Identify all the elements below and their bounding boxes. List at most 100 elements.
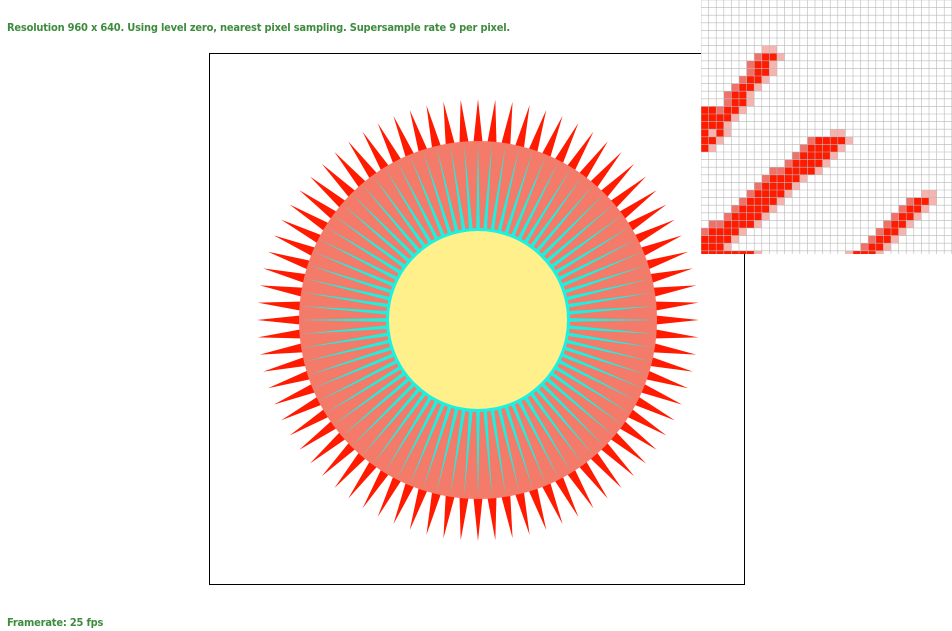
zoom-pixel [898,205,907,213]
zoom-pixel [875,228,884,236]
zoom-pixel [761,76,770,84]
zoom-pixel [761,68,770,76]
zoom-pixel [784,190,793,198]
zoom-pixel [921,197,929,206]
zoom-pixel [883,228,891,236]
zoom-pixel [761,212,770,221]
zoom-pixel [761,45,770,54]
zoom-pixel [746,91,755,99]
zoom-pixel [913,212,922,221]
zoom-pixel [739,83,747,92]
zoom-pixel [891,235,899,244]
zoom-pixel [891,228,899,236]
zoom-pixel [708,114,717,122]
zoom-pixel [746,205,755,213]
zoom-pixel [815,152,823,160]
zoom-pixel [921,190,929,198]
zoom-pixel [754,250,762,254]
zoom-pixel [807,167,815,175]
zoom-pixel [837,136,846,145]
zoom-pixel [754,68,762,76]
zoom-pixel [746,98,755,107]
zoom-pixel [792,167,800,175]
zoom-pixel [883,235,891,244]
zoom-pixel [746,220,755,228]
zoom-pixel [769,45,777,54]
zoom-pixel [746,190,755,198]
zoom-pixel [746,197,755,206]
zoom-pixel [769,53,777,61]
zoom-pixel [723,250,732,254]
zoom-pixel [708,235,717,244]
zoom-pixel [792,152,800,160]
render-canvas[interactable] [209,53,745,585]
zoom-pixel [739,76,747,84]
zoom-pixel [731,114,739,122]
zoom-pixel [716,243,724,251]
zoom-pixel [906,205,914,213]
zoom-pixel [822,136,831,145]
zoom-pixel [708,129,717,137]
zoom-pixel [799,144,808,152]
zoom-pixel [807,144,815,152]
zoom-pixel [716,228,724,236]
zoom-pixel [701,136,709,145]
zoom-pixel [708,121,717,130]
zoom-pixel [815,144,823,152]
zoom-pixel [891,212,899,221]
sun-drawing [257,99,699,541]
zoom-pixel [739,205,747,213]
zoom-pixel [754,76,762,84]
zoom-pixel [875,243,884,251]
zoom-pixel [731,106,739,114]
zoom-pixel [777,167,785,175]
zoom-pixel [769,174,777,183]
zoom-pixel [822,144,831,152]
zoom-pixel [883,243,891,251]
zoom-pixel [723,121,732,130]
zoom-pixel [723,212,732,221]
zoom-pixel [731,91,739,99]
zoom-pixel [807,159,815,168]
zoom-pixel [754,197,762,206]
zoom-pixel [891,220,899,228]
framerate-text: Framerate: 25 fps [7,616,104,629]
zoom-pixel [815,136,823,145]
zoom-pixel [716,121,724,130]
zoom-pixel [784,167,793,175]
zoom-pixel [822,159,831,168]
zoom-pixel [792,182,800,190]
zoom-pixel [777,197,785,206]
zoom-pixel [913,205,922,213]
status-text: Resolution 960 x 640. Using level zero, … [7,21,510,34]
zoom-pixel [784,174,793,183]
zoom-pixel [723,235,732,244]
zoom-pixel [731,212,739,221]
zoom-pixel [708,220,717,228]
zoom-pixel [761,197,770,206]
zoom-pixel [830,136,838,145]
zoom-pixel [913,197,922,206]
zoom-pixel [739,91,747,99]
zoom-pixel [921,205,929,213]
zoom-pixel [769,167,777,175]
zoom-pixel [723,106,732,114]
zoom-pixel [708,243,717,251]
zoom-pixel [708,250,717,254]
zoom-pixel [739,212,747,221]
zoom-pixel [739,220,747,228]
zoom-pixel [754,182,762,190]
zoom-pixel [898,212,907,221]
zoom-pixel [860,243,869,251]
zoom-pixel [784,182,793,190]
zoom-pixel [769,205,777,213]
zoom-pixel [746,60,755,69]
zoom-pixel [754,53,762,61]
zoom-pixel [853,250,861,254]
zoom-pixel [761,174,770,183]
zoom-pixel [792,174,800,183]
zoom-pixel [822,152,831,160]
zoom-pixel [769,60,777,69]
zoom-pixel [761,182,770,190]
zoom-pixel [701,121,709,130]
